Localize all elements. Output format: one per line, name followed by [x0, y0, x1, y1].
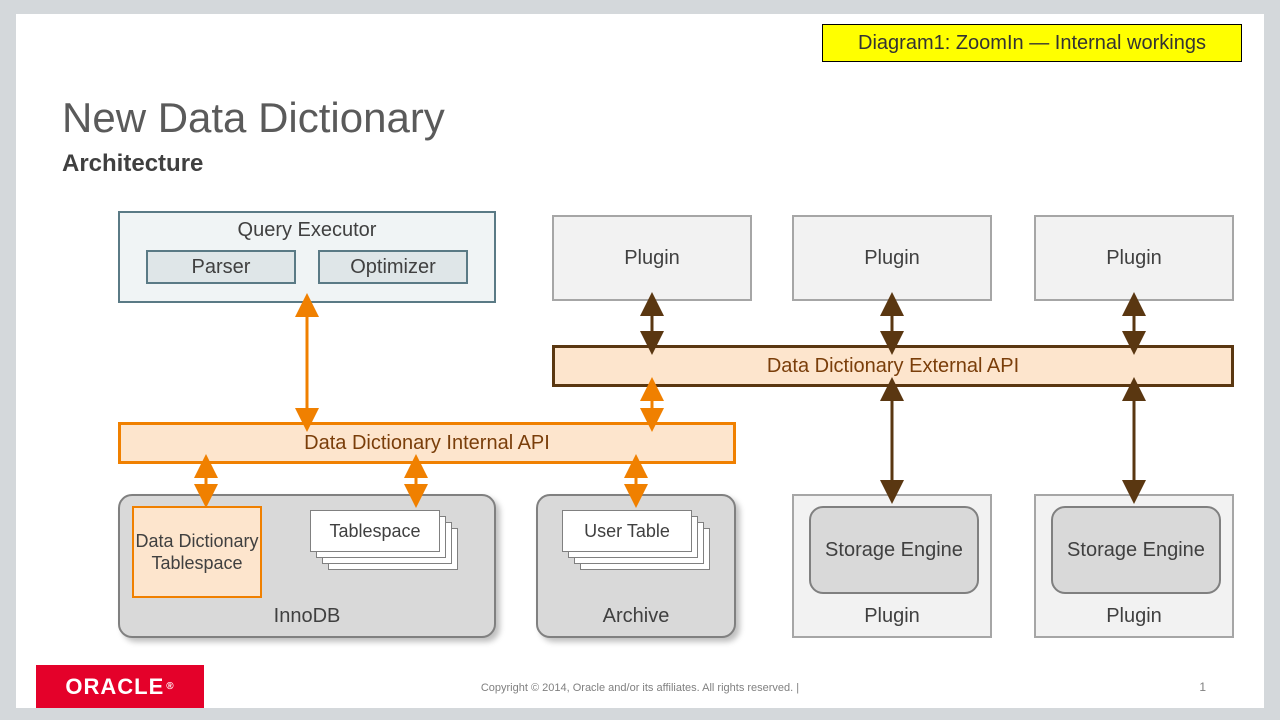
- external-api-box: Data Dictionary External API: [552, 345, 1234, 387]
- user-table-card: User Table: [562, 510, 692, 552]
- slide-title: New Data Dictionary: [62, 94, 445, 142]
- parser-box: Parser: [146, 250, 296, 284]
- innodb-label: InnoDB: [120, 605, 494, 628]
- slide-subtitle: Architecture: [62, 150, 203, 178]
- plugin-engine-1: Storage Engine Plugin: [792, 494, 992, 638]
- internal-api-box: Data Dictionary Internal API: [118, 422, 736, 464]
- archive-group: User Table Archive: [536, 494, 736, 638]
- tablespace-card: Tablespace: [310, 510, 440, 552]
- plugin-engine-2: Storage Engine Plugin: [1034, 494, 1234, 638]
- diagram-banner: Diagram1: ZoomIn — Internal workings: [822, 24, 1242, 62]
- archive-label: Archive: [538, 605, 734, 628]
- plugin-engine-1-label: Plugin: [794, 605, 990, 628]
- dd-tablespace-box: Data Dictionary Tablespace: [132, 506, 262, 598]
- plugin-top-2: Plugin: [792, 215, 992, 301]
- plugin-top-3: Plugin: [1034, 215, 1234, 301]
- copyright-text: Copyright © 2014, Oracle and/or its affi…: [16, 682, 1264, 694]
- usertable-stack: User Table: [562, 510, 712, 572]
- tablespace-stack: Tablespace: [310, 510, 460, 572]
- storage-engine-1: Storage Engine: [809, 506, 979, 594]
- storage-engine-2: Storage Engine: [1051, 506, 1221, 594]
- innodb-group: Data Dictionary Tablespace Tablespace In…: [118, 494, 496, 638]
- plugin-top-1: Plugin: [552, 215, 752, 301]
- query-executor-box: Query Executor Parser Optimizer: [118, 211, 496, 303]
- query-executor-label: Query Executor: [238, 219, 377, 242]
- page-number: 1: [1199, 680, 1206, 694]
- plugin-engine-2-label: Plugin: [1036, 605, 1232, 628]
- optimizer-box: Optimizer: [318, 250, 468, 284]
